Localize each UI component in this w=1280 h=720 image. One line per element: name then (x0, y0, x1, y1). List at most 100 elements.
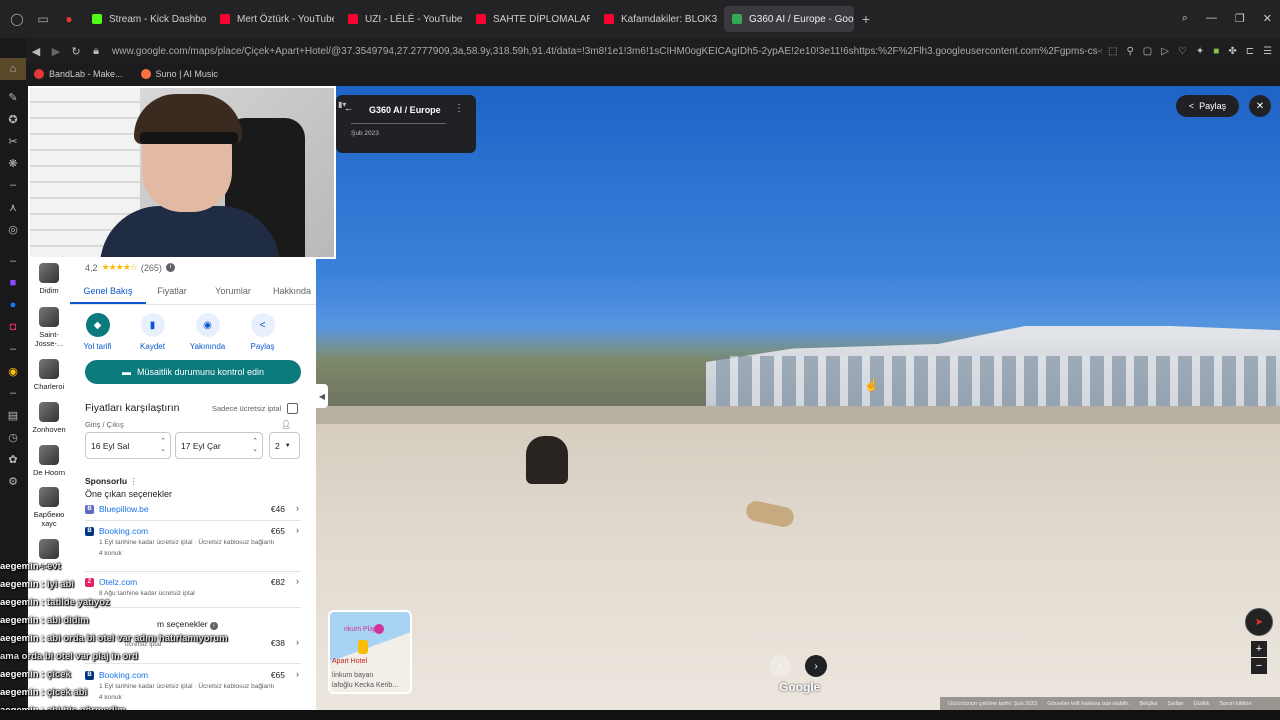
checkin-date-field[interactable]: 16 Eyl Sal ⌃ ⌄ (85, 432, 171, 459)
nav-item[interactable]: Charleroi (28, 359, 70, 391)
save-button[interactable]: ▮ Kaydet (125, 313, 180, 351)
guests-select[interactable]: 2 ▼ (269, 432, 300, 459)
streetview-close-button[interactable]: ✕ (1249, 95, 1271, 117)
rail-icon[interactable]: ▤ (0, 404, 26, 426)
nearby-button[interactable]: ◉ Yakınında (180, 313, 235, 351)
heart-icon[interactable]: ♡ (1178, 46, 1187, 57)
extension-icon[interactable]: ✦ (1196, 46, 1204, 57)
zoom-in-button[interactable]: + (1251, 641, 1267, 657)
rail-icon[interactable]: ❋ (0, 152, 26, 174)
nav-item[interactable]: De Hoorn (28, 445, 70, 477)
chat-message: aegemin : çicek (0, 669, 71, 680)
compass-icon[interactable]: ➤ (1245, 608, 1273, 636)
sidebar-toggle-icon[interactable]: ⊏ (1246, 46, 1254, 57)
checkin-label: Giriş / Çıkış (85, 420, 124, 429)
check-availability-button[interactable]: ▬ Müsaitlik durumunu kontrol edin (85, 360, 301, 384)
tab-about[interactable]: Hakkında (268, 279, 316, 304)
streetview-title[interactable]: G360 AI / Europe (369, 105, 441, 115)
nav-item[interactable]: Zonhoven (28, 402, 70, 434)
nav-item[interactable]: Saint-Josse-... (28, 307, 70, 348)
menu-icon[interactable]: ☰ (1263, 46, 1272, 57)
browser-tab[interactable]: Mert Öztürk - YouTube (212, 6, 334, 32)
nav-item[interactable]: Барбекю хаус (28, 487, 70, 528)
rail-icon[interactable]: ✂ (0, 130, 26, 152)
divider: – (9, 343, 17, 355)
tab-reviews[interactable]: Yorumlar (198, 279, 268, 304)
more-icon[interactable]: ⋮ (454, 103, 464, 114)
minimize-icon[interactable]: — (1206, 12, 1217, 25)
nav-item[interactable]: Didim (28, 263, 70, 295)
close-window-icon[interactable]: ✕ (1263, 12, 1272, 25)
place-tabs: Genel Bakış Fiyatlar Yorumlar Hakkında (70, 279, 316, 305)
bookmarks-bar: BandLab - Make... Suno | AI Music (26, 64, 1280, 84)
browser-tab[interactable]: UZI - LÉLÉ - YouTube (340, 6, 462, 32)
player-icon[interactable]: ▷ (1161, 46, 1169, 57)
maximize-icon[interactable]: ❐ (1235, 12, 1245, 25)
review-count[interactable]: (265) (141, 263, 162, 273)
map-label: lafoğlu Kecka Kerib... (332, 682, 399, 689)
street-view[interactable]: ☝ (316, 86, 1280, 710)
back-icon[interactable]: ◀ (26, 45, 46, 58)
map-label: nkum Plajı (344, 626, 377, 633)
screenshot-icon[interactable]: ▢ (1143, 46, 1152, 57)
divider (85, 520, 301, 521)
home-icon[interactable]: ⌂ (0, 58, 26, 80)
minimap[interactable]: nkum Plajı Apart Hotel linkum bayan lafo… (328, 610, 412, 694)
browser-tab[interactable]: SAHTE DİPLOMALAR İFŞ (468, 6, 590, 32)
tab-title: Stream - Kick Dashboard (109, 13, 206, 25)
settings-icon[interactable]: ⚙ (0, 470, 26, 492)
messenger-icon[interactable]: ● (0, 294, 26, 316)
search-tabs-icon[interactable]: ⌕ (1182, 12, 1188, 25)
capture-date[interactable]: Şub 2023 (351, 130, 379, 137)
offer-row[interactable]: B Booking.com €65 › 1 Eyl tarihine kadar … (85, 525, 301, 558)
pinned-tab-icon[interactable]: ● (60, 10, 78, 28)
browser-menu-icon[interactable]: ◯ (8, 10, 26, 28)
share-button[interactable]: < Paylaş (235, 313, 290, 351)
pegman-icon[interactable] (358, 640, 368, 654)
tab-bar: ◯ ▭ ● Stream - Kick Dashboard Mert Öztürk… (0, 0, 1280, 38)
stepper-icon[interactable]: ⌃ ⌄ (252, 438, 258, 454)
bookmark-bandlab[interactable]: BandLab - Make... (34, 69, 123, 79)
checkout-date-field[interactable]: 17 Eyl Çar ⌃ ⌄ (175, 432, 263, 459)
history-icon[interactable]: ◷ (0, 426, 26, 448)
previous-arrow-icon[interactable]: ‹ (769, 655, 791, 677)
info-icon[interactable]: i (165, 263, 175, 272)
extensions-puzzle-icon[interactable]: ✤ (1228, 46, 1236, 57)
offer-row[interactable]: B Bluepillow.be €46 › (85, 503, 301, 514)
zoom-out-button[interactable]: − (1251, 658, 1267, 674)
browser-tab[interactable]: Kafamdakiler: BLOK3 "YA (596, 6, 718, 32)
next-arrow-icon[interactable]: › (805, 655, 827, 677)
rail-icon[interactable]: ✎ (0, 86, 26, 108)
tab-overview[interactable]: Genel Bakış (70, 279, 146, 304)
browser-tab[interactable]: Stream - Kick Dashboard (84, 6, 206, 32)
rail-icon[interactable]: ✪ (0, 108, 26, 130)
rail-icon[interactable]: ✿ (0, 448, 26, 470)
rail-icon[interactable]: ⋏ (0, 196, 26, 218)
free-cancel-filter[interactable]: Sadece ücretsiz iptal (212, 403, 299, 414)
bookmark-page-icon[interactable]: ⬚ (1108, 46, 1117, 57)
rail-icon[interactable]: ◉ (0, 360, 26, 382)
streetview-share-button[interactable]: < Paylaş (1176, 95, 1239, 117)
streetview-footer: Görüntünün çekilme tarihi: Şub 2023 Görs… (940, 697, 1280, 710)
browser-tab[interactable]: G360 AI / Europe - Goog (724, 6, 854, 32)
chat-message: aegemin : iyi abi (0, 579, 74, 590)
new-tab-button[interactable]: + (858, 11, 874, 27)
url-field[interactable]: www.google.com/maps/place/Çiçek+Apart+Ho… (112, 46, 1102, 57)
stepper-icon[interactable]: ⌃ ⌄ (160, 438, 166, 454)
bookmark-suno[interactable]: Suno | AI Music (140, 69, 218, 79)
forward-icon[interactable]: ▶ (46, 45, 66, 58)
collapse-panel-button[interactable]: ◀ (316, 384, 328, 408)
workspaces-icon[interactable]: ▭ (34, 10, 52, 28)
free-cancel-checkbox[interactable] (287, 403, 299, 414)
more-icon[interactable]: ⋮ (129, 476, 138, 486)
twitch-icon[interactable]: ■ (0, 272, 26, 294)
rail-icon[interactable]: ◎ (0, 218, 26, 240)
tab-prices[interactable]: Fiyatlar (146, 279, 198, 304)
chat-message: aegemin : tatilde yatıyoz (0, 597, 110, 608)
reload-icon[interactable]: ↻ (66, 45, 86, 58)
extension-icon[interactable]: ■ (1213, 46, 1219, 57)
instagram-icon[interactable]: ◘ (0, 316, 26, 338)
directions-button[interactable]: ◆ Yol tarifi (70, 313, 125, 351)
resize-handle-icon[interactable]: ▮▾ (338, 100, 346, 109)
pin-icon[interactable]: ⚲ (1126, 46, 1133, 57)
